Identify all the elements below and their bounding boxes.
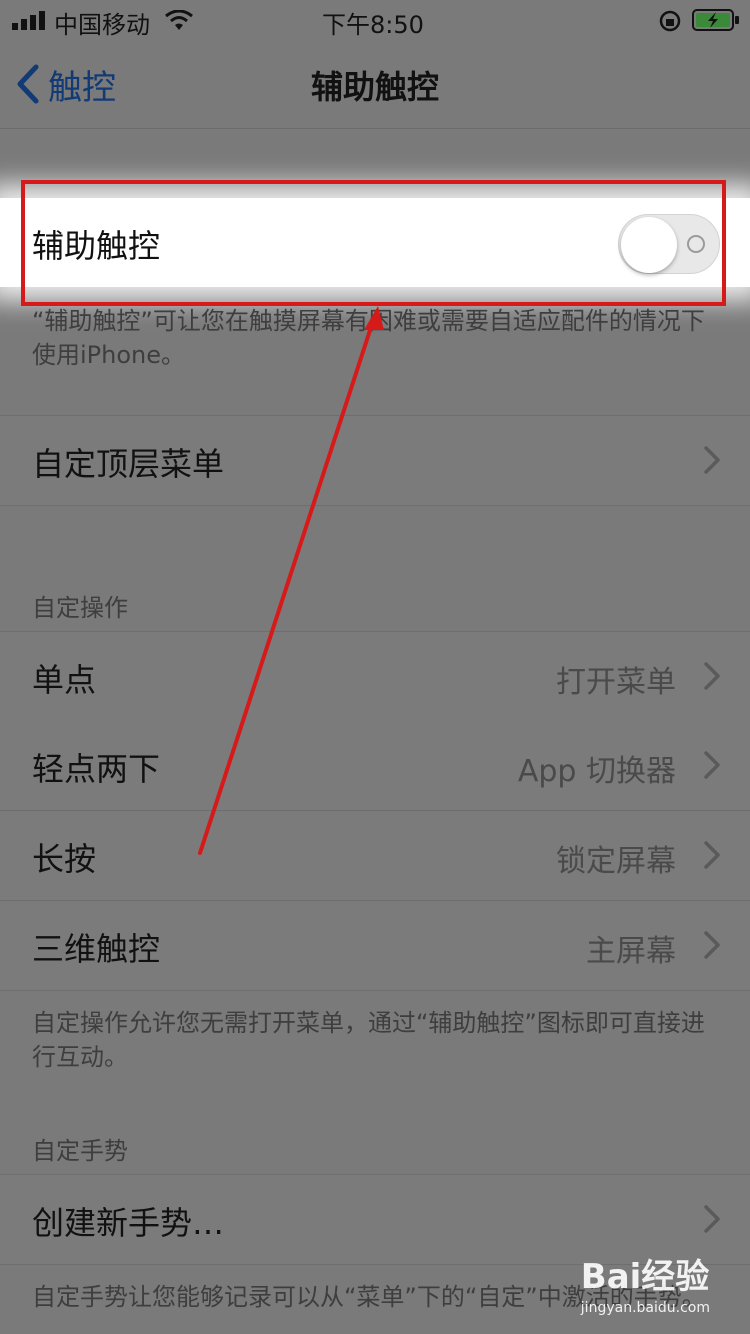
watermark-url: jingyan.baidu.com	[580, 1300, 710, 1316]
watermark: Bai经验 jingyan.baidu.com	[581, 1249, 710, 1316]
watermark-brand: Bai经验	[580, 1257, 710, 1297]
annotation-arrow	[198, 306, 384, 855]
